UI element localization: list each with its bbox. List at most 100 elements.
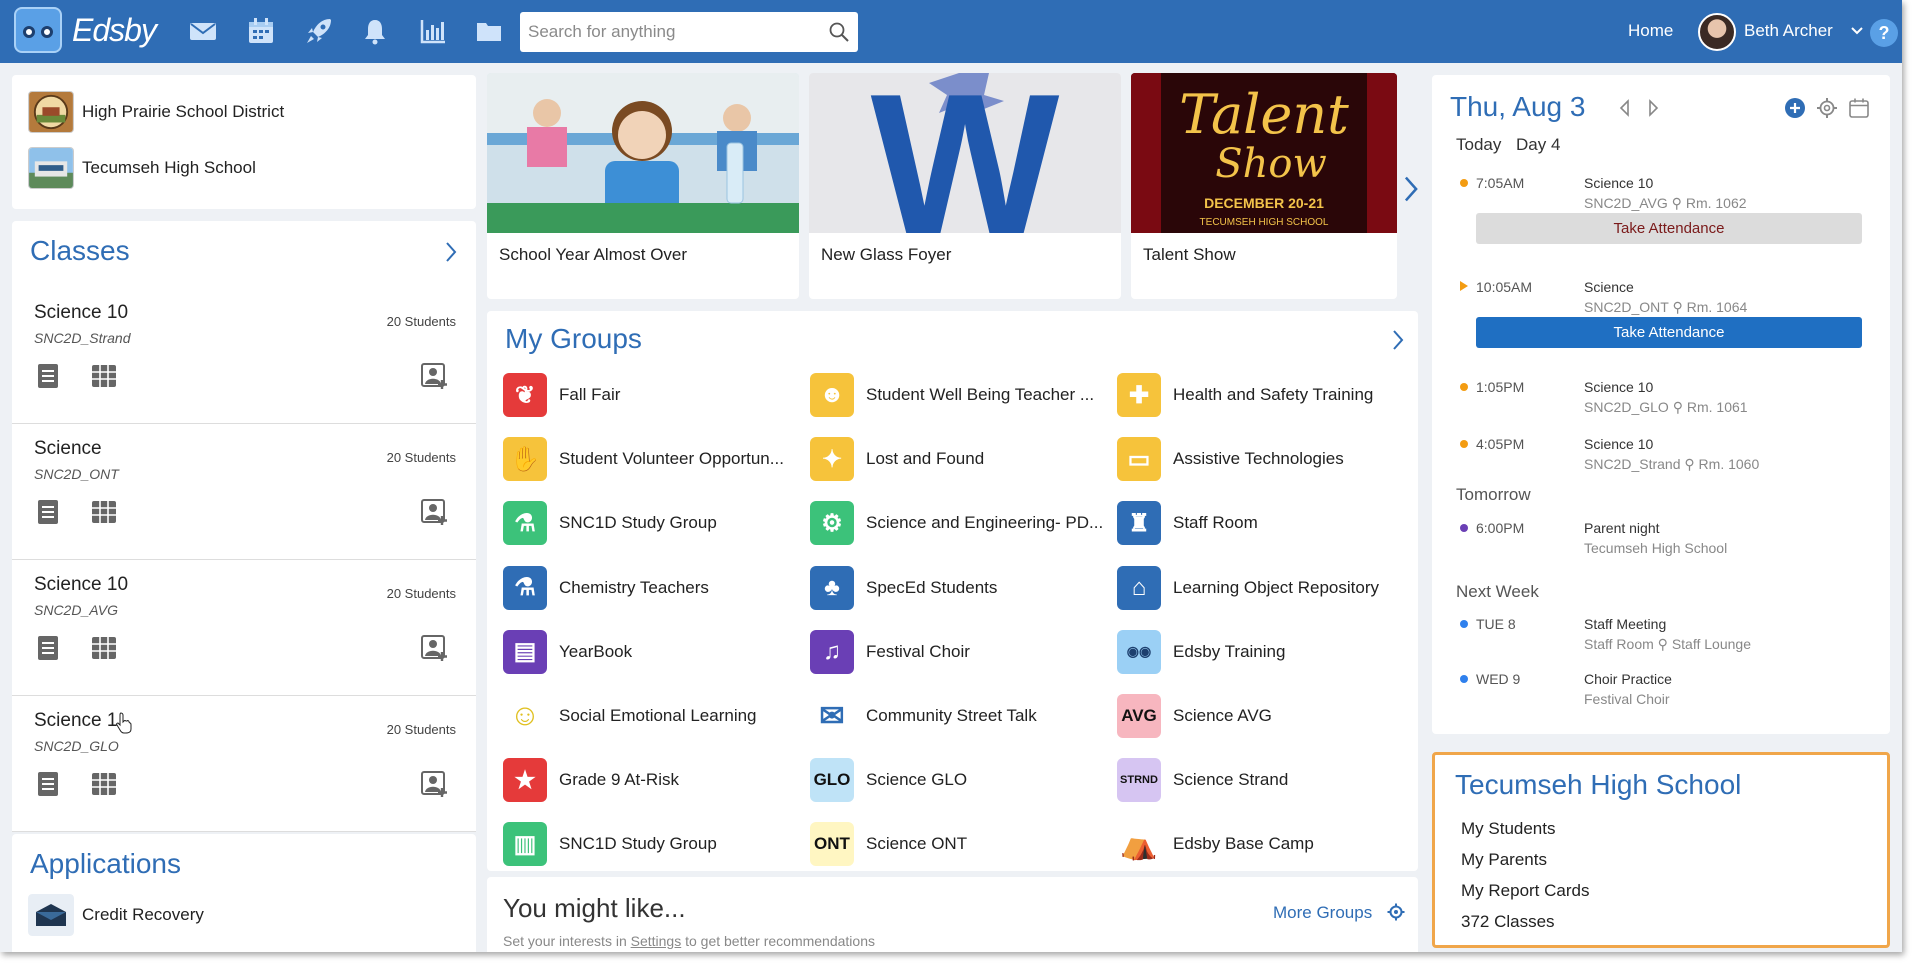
group-label[interactable]: Lost and Found (866, 449, 984, 469)
news-caption[interactable]: Talent Show (1143, 245, 1236, 265)
group-label[interactable]: SpecEd Students (866, 578, 997, 598)
glo-icon[interactable]: GLO (810, 758, 854, 803)
group-item[interactable]: ◉◉ Edsby Training (1117, 629, 1285, 674)
group-label[interactable]: Edsby Training (1173, 642, 1285, 662)
group-label[interactable]: Science AVG (1173, 706, 1272, 726)
group-item[interactable]: ⚙ Science and Engineering- PD... (810, 501, 1103, 546)
group-item[interactable]: STRND Science Strand (1117, 758, 1288, 803)
event-title[interactable]: Parent night (1584, 520, 1660, 536)
school-name[interactable]: Tecumseh High School (82, 158, 256, 178)
class-item[interactable]: Science 10 SNC2D_Strand 20 Students (12, 288, 476, 424)
class-name[interactable]: Science (34, 438, 102, 460)
take-attendance-button[interactable]: Take Attendance (1476, 213, 1862, 244)
magic-icon[interactable]: ✦ (810, 437, 854, 482)
news-item[interactable]: School Year Almost Over (487, 73, 799, 299)
credit-recovery-label[interactable]: Credit Recovery (82, 905, 204, 925)
group-item[interactable]: ❦ Fall Fair (503, 373, 620, 417)
group-label[interactable]: Assistive Technologies (1173, 449, 1344, 469)
group-item[interactable]: ♫ Festival Choir (810, 629, 970, 674)
search-icon[interactable] (828, 21, 850, 43)
group-item[interactable]: ♜ Staff Room (1117, 501, 1258, 546)
group-label[interactable]: Edsby Base Camp (1173, 834, 1314, 854)
building-icon[interactable]: ⌂ (1117, 565, 1161, 610)
tree-icon[interactable]: ♣ (810, 565, 854, 610)
user-avatar[interactable] (1698, 13, 1736, 51)
group-item[interactable]: ▥ SNC1D Study Group (503, 822, 717, 867)
edsby-icon[interactable]: ◉◉ (1117, 629, 1161, 674)
class-notes-icon[interactable] (34, 634, 62, 662)
search-box[interactable] (520, 12, 858, 52)
classroom-photo[interactable] (487, 73, 799, 233)
add-event-icon[interactable] (1784, 97, 1806, 119)
event-title[interactable]: Science 10 (1584, 379, 1653, 395)
class-item[interactable]: Science SNC2D_ONT 20 Students (12, 424, 476, 560)
app-name[interactable]: Edsby (72, 12, 157, 49)
head-icon[interactable]: ☻ (810, 373, 854, 417)
gradebook-icon[interactable] (90, 362, 118, 390)
rocket-icon[interactable] (304, 16, 334, 46)
user-name[interactable]: Beth Archer (1744, 21, 1833, 41)
news-next-chevron-icon[interactable] (1402, 175, 1420, 203)
glass-foyer-photo[interactable]: W (809, 73, 1121, 233)
group-label[interactable]: Community Street Talk (866, 706, 1037, 726)
flask-icon[interactable]: ⚗ (503, 565, 547, 610)
group-label[interactable]: Chemistry Teachers (559, 578, 709, 598)
group-label[interactable]: Science and Engineering- PD... (866, 513, 1103, 533)
class-item[interactable]: Science 1 SNC2D_GLO 20 Students (12, 696, 476, 832)
group-item[interactable]: ✚ Health and Safety Training (1117, 373, 1373, 417)
search-input[interactable] (520, 12, 820, 52)
microscope-icon[interactable]: ⚗ (503, 501, 547, 546)
group-label[interactable]: YearBook (559, 642, 632, 662)
event-title[interactable]: Science (1584, 279, 1634, 295)
strnd-icon[interactable]: STRND (1117, 758, 1161, 803)
gradebook-icon[interactable] (90, 498, 118, 526)
class-name[interactable]: Science 10 (34, 574, 128, 596)
prev-day-icon[interactable] (1618, 99, 1632, 117)
news-item[interactable]: Talent Show DECEMBER 20-21 TECUMSEH HIGH… (1131, 73, 1397, 299)
gradebook-icon[interactable] (90, 770, 118, 798)
seating-plan-icon[interactable] (420, 362, 448, 390)
smiley-icon[interactable]: ☺ (503, 694, 547, 738)
group-item[interactable]: ★ Grade 9 At-Risk (503, 758, 679, 803)
group-label[interactable]: Student Well Being Teacher ... (866, 385, 1094, 405)
seating-plan-icon[interactable] (420, 634, 448, 662)
chevron-right-icon[interactable] (1391, 329, 1405, 351)
group-label[interactable]: Science ONT (866, 834, 967, 854)
event-title[interactable]: Science 10 (1584, 436, 1653, 452)
group-label[interactable]: SNC1D Study Group (559, 513, 717, 533)
seating-plan-icon[interactable] (420, 498, 448, 526)
group-item[interactable]: ☻ Student Well Being Teacher ... (810, 373, 1094, 417)
folder-icon[interactable] (474, 16, 504, 46)
chevron-right-icon[interactable] (444, 241, 458, 263)
group-label[interactable]: Fall Fair (559, 385, 620, 405)
group-item[interactable]: ▤ YearBook (503, 629, 632, 674)
talent-show-photo[interactable]: Talent Show DECEMBER 20-21 TECUMSEH HIGH… (1131, 73, 1397, 233)
computer-icon[interactable]: ▭ (1117, 437, 1161, 482)
gear-icon[interactable] (1387, 903, 1405, 921)
news-item[interactable]: W New Glass Foyer (809, 73, 1121, 299)
group-item[interactable]: ☺ Social Emotional Learning (503, 694, 757, 738)
group-item[interactable]: ♣ SpecEd Students (810, 565, 997, 610)
calendar-icon[interactable] (246, 16, 276, 46)
edsby-logo-icon[interactable] (14, 7, 62, 53)
more-groups-link[interactable]: More Groups (1273, 903, 1372, 923)
gears-icon[interactable]: ⚙ (810, 501, 854, 546)
hands-icon[interactable]: ✋ (503, 437, 547, 482)
class-name[interactable]: Science 10 (34, 302, 128, 324)
school-link[interactable]: Tecumseh High School (28, 147, 256, 189)
chair-icon[interactable]: ♜ (1117, 501, 1161, 546)
district-name[interactable]: High Prairie School District (82, 102, 284, 122)
district-link[interactable]: High Prairie School District (28, 91, 284, 133)
calendar-settings-icon[interactable] (1816, 97, 1838, 119)
news-caption[interactable]: School Year Almost Over (499, 245, 687, 265)
group-item[interactable]: ⛺ Edsby Base Camp (1117, 822, 1314, 867)
group-label[interactable]: Learning Object Repository (1173, 578, 1379, 598)
avg-icon[interactable]: AVG (1117, 694, 1161, 738)
class-notes-icon[interactable] (34, 362, 62, 390)
class-item[interactable]: Science 10 SNC2D_AVG 20 Students (12, 560, 476, 696)
my-report-cards-link[interactable]: My Report Cards (1461, 881, 1589, 901)
ont-icon[interactable]: ONT (810, 822, 854, 867)
group-item[interactable]: ⌂ Learning Object Repository (1117, 565, 1379, 610)
class-notes-icon[interactable] (34, 770, 62, 798)
group-item[interactable]: ⚗ Chemistry Teachers (503, 565, 709, 610)
